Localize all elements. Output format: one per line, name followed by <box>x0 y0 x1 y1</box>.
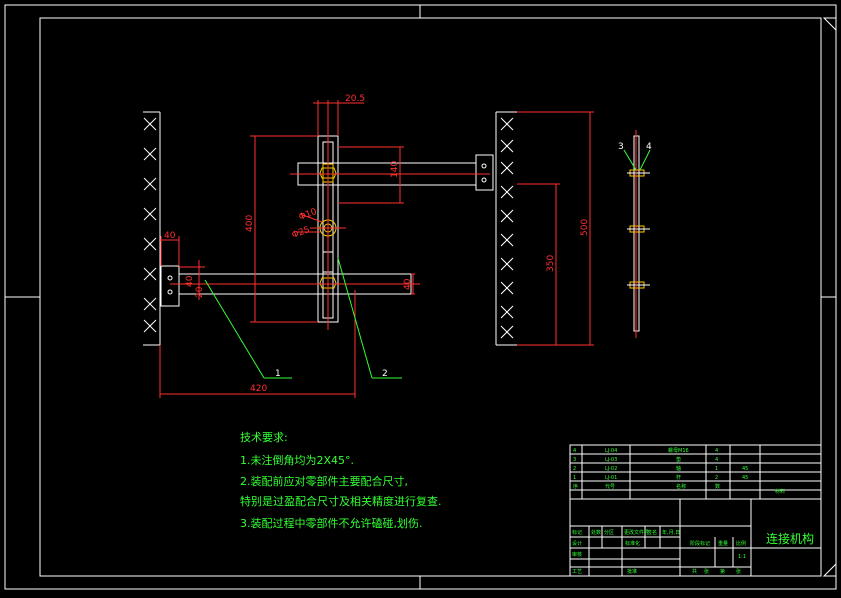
left-bracket <box>160 265 180 307</box>
tb-sheet-total: 共 <box>692 568 697 575</box>
tech-line-3: 特别是过盈配合尺寸及相关精度进行复查. <box>240 494 442 508</box>
center-lines <box>170 100 637 338</box>
tb-stage: 阶段标记 <box>690 540 710 547</box>
bom-code: LJ-02 <box>605 466 617 472</box>
bom-code: LJ-01 <box>605 475 617 481</box>
tb-design: 设计 <box>572 540 582 547</box>
tech-line-4: 3.装配过程中零部件不允许磕碰,划伤. <box>240 516 423 530</box>
tb-weight: 重量 <box>718 540 728 547</box>
dim-20-small: 20 <box>195 286 205 298</box>
corner-mark <box>822 17 837 32</box>
dim-500: 500 <box>580 219 590 236</box>
leader-lines <box>204 149 651 379</box>
tb-col-mark: 标记 <box>572 529 582 536</box>
cad-drawing: 20.5 140 400 Φ10 Φ25 40 40 20 40 420 500… <box>4 4 837 590</box>
part-label-2: 2 <box>382 369 388 379</box>
title-block <box>569 444 822 577</box>
bom-name: 名称 <box>676 483 686 490</box>
dimension-lines <box>159 100 594 398</box>
bom-mat: 45 <box>742 475 748 481</box>
drawing-sheet: 20.5 140 400 Φ10 Φ25 40 40 20 40 420 500… <box>0 0 841 594</box>
inner-frame <box>39 17 822 577</box>
bom-row: 4 LJ-04 螺母M16 4 <box>573 447 718 454</box>
bom-header-row: 序 代号 名称 数 材料 <box>573 483 785 495</box>
tb-col-sign: 签名 <box>647 529 657 536</box>
dim-40-left: 40 <box>164 231 176 241</box>
part-label-1: 1 <box>275 369 281 379</box>
bom-qty: 4 <box>715 457 718 463</box>
left-wall <box>143 111 161 346</box>
tb-sheet-no: 张 <box>704 568 709 575</box>
bom-row: 3 LJ-03 垫 4 <box>573 456 718 463</box>
dim-140: 140 <box>390 161 400 178</box>
right-wall <box>495 111 517 346</box>
dim-40-right: 40 <box>403 278 413 290</box>
tech-heading: 技术要求: <box>240 431 288 444</box>
dim-dia25: Φ25 <box>291 225 312 241</box>
bom-no: 3 <box>573 457 576 463</box>
bom-qty: 1 <box>715 466 718 472</box>
part-label-3: 3 <box>618 142 624 152</box>
tech-line-1: 1.未注倒角均为2X45°. <box>240 453 354 467</box>
bom-qty: 2 <box>715 475 718 481</box>
bom-no: 2 <box>573 466 576 472</box>
bom-qty: 4 <box>715 448 718 454</box>
tb-sheet-of: 第 <box>720 568 725 575</box>
drawing-title: 连接机构 <box>766 531 814 546</box>
dim-400: 400 <box>245 215 255 232</box>
tb-col-zone: 分区 <box>604 529 614 536</box>
tech-requirements: 技术要求: 1.未注倒角均为2X45°. 2.装配前应对零部件主要配合尺寸, 特… <box>240 431 442 530</box>
side-view <box>627 135 650 332</box>
dim-350: 350 <box>546 255 556 272</box>
bom-row: 2 LJ-02 轴 1 45 <box>573 465 748 472</box>
bom-code: LJ-04 <box>605 448 617 454</box>
bom-mat: 材料 <box>775 488 785 495</box>
bom-no: 1 <box>573 475 576 481</box>
bom-mat: 45 <box>742 466 748 472</box>
tb-standard: 标准化 <box>625 540 640 547</box>
bom-name: 螺母M16 <box>668 447 689 454</box>
tb-process: 工艺 <box>572 569 582 575</box>
tech-line-2: 2.装配前应对零部件主要配合尺寸, <box>240 474 408 488</box>
tb-approve: 批准 <box>627 568 637 575</box>
bom-no: 4 <box>573 448 576 454</box>
corner-mark <box>822 562 837 577</box>
bom-code: 代号 <box>605 483 615 490</box>
bom-name: 轴 <box>676 465 681 472</box>
bom-qty: 数 <box>715 483 720 490</box>
tb-col-date: 年,月,日 <box>662 529 680 536</box>
title-block-text: 标记 处数 分区 更改文件号 签名 年,月,日 设计 标准化 审核 工艺 批准 … <box>572 529 814 575</box>
dim-420: 420 <box>250 384 267 394</box>
tb-check: 审核 <box>572 551 582 558</box>
dim-40-small: 40 <box>185 275 195 287</box>
dim-dia10: Φ10 <box>298 207 319 223</box>
tb-col-file: 更改文件号 <box>624 529 649 536</box>
bom-row: 1 LJ-01 杆 2 45 <box>573 474 748 481</box>
bom-name: 垫 <box>676 456 681 463</box>
part-label-4: 4 <box>646 142 652 152</box>
tb-col-count: 处数 <box>591 529 601 536</box>
dim-top-width: 20.5 <box>345 94 365 104</box>
upper-bracket <box>475 154 494 191</box>
bom-no: 序 <box>573 483 578 490</box>
tb-scale-value: 1:1 <box>738 554 746 560</box>
tb-scale: 比例 <box>736 540 746 547</box>
bom-name: 杆 <box>676 474 681 481</box>
bom-code: LJ-03 <box>605 457 617 463</box>
tb-sheet-page: 张 <box>736 568 741 575</box>
